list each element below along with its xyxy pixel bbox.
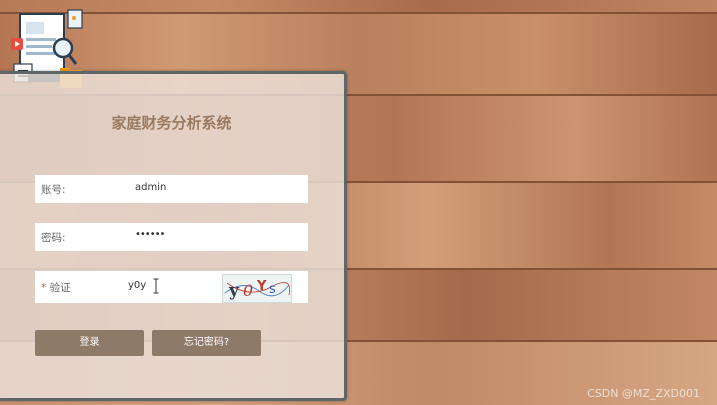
password-label: 密码: xyxy=(41,232,66,244)
svg-text:s: s xyxy=(269,282,276,297)
login-button[interactable]: 登录 xyxy=(35,330,144,356)
svg-text:y: y xyxy=(228,281,240,301)
svg-text:Y: Y xyxy=(256,279,267,294)
account-field[interactable]: 账号: admin xyxy=(35,175,308,203)
password-field[interactable]: 密码: •••••• xyxy=(35,223,308,251)
watermark: CSDN @MZ_ZXD001 xyxy=(587,387,700,400)
captcha-graphic: y 0 Y s xyxy=(224,279,290,301)
captcha-label-text: 验证 xyxy=(49,282,71,294)
captcha-input[interactable]: y0y xyxy=(128,280,146,291)
forgot-password-button[interactable]: 忘记密码? xyxy=(152,330,261,356)
svg-text:0: 0 xyxy=(243,281,253,300)
account-label: 账号: xyxy=(41,184,66,196)
captcha-field[interactable]: * 验证 y0y y 0 Y s xyxy=(35,271,308,303)
captcha-image[interactable]: y 0 Y s xyxy=(222,274,292,303)
text-cursor-icon xyxy=(153,278,159,294)
account-input[interactable]: admin xyxy=(135,182,166,193)
captcha-label: * 验证 xyxy=(41,280,71,295)
wood-plank xyxy=(0,0,717,12)
password-input[interactable]: •••••• xyxy=(135,229,165,240)
required-mark: * xyxy=(41,282,47,294)
login-panel: 家庭财务分析系统 账号: admin 密码: •••••• * 验证 y0y y… xyxy=(0,71,347,401)
page-title: 家庭财务分析系统 xyxy=(111,114,232,132)
